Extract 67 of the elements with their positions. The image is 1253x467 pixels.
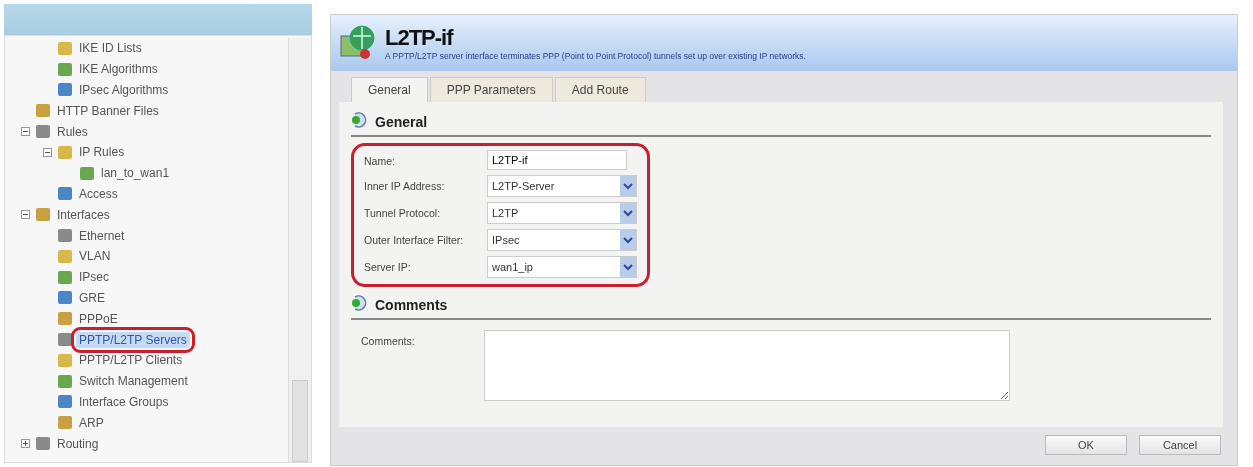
tree-item[interactable]: ARP (76, 414, 107, 431)
tree-item[interactable]: Ethernet (76, 227, 128, 244)
tree-item[interactable]: Interface Groups (76, 393, 172, 410)
tree-item[interactable]: Routing (54, 435, 102, 452)
input-field[interactable]: L2TP-if (487, 150, 627, 170)
section-title: General (375, 114, 428, 130)
item-icon (36, 437, 50, 451)
tree-item[interactable]: HTTP Banner Files (54, 102, 162, 119)
tree-item[interactable]: PPTP/L2TP Clients (76, 352, 186, 369)
expand-icon[interactable] (21, 439, 30, 449)
comments-field[interactable] (484, 330, 1010, 401)
tree-item[interactable]: lan_to_wan1 (98, 165, 173, 182)
scrollbar[interactable] (288, 38, 311, 462)
item-icon (58, 83, 72, 97)
collapse-icon[interactable] (43, 147, 52, 157)
item-icon (58, 270, 72, 284)
scrollbar-thumb[interactable] (292, 380, 308, 462)
dropdown[interactable]: IPsec (487, 229, 637, 251)
item-icon (36, 208, 50, 222)
field-label: Outer Interface Filter: (364, 233, 465, 246)
item-icon (58, 249, 72, 263)
item-icon (58, 187, 72, 201)
tab[interactable]: General (351, 77, 428, 102)
tree-item[interactable]: VLAN (76, 248, 114, 265)
dialog-description: A PPTP/L2TP server interface terminates PPP (Point to Point Protocol) tunnels set up over existing IP networks. (385, 51, 806, 61)
collapse-icon[interactable] (21, 127, 30, 137)
tree-item[interactable]: IP Rules (76, 144, 128, 161)
field-label: Name: (364, 154, 396, 167)
item-icon (58, 395, 72, 409)
tree-item[interactable]: IPsec Algorithms (76, 82, 172, 98)
item-icon (58, 416, 72, 430)
tree-item[interactable]: Rules (54, 123, 91, 140)
tree-item[interactable]: IPsec (76, 269, 112, 286)
item-icon (80, 166, 94, 180)
tree-item[interactable]: GRE (76, 289, 108, 306)
dialog-title: L2TP-if (385, 25, 455, 51)
item-icon (58, 353, 72, 367)
item-icon (58, 333, 72, 347)
tree-item[interactable]: Interfaces (54, 206, 113, 223)
collapse-icon[interactable] (21, 210, 30, 220)
dialog-button[interactable]: OK (1045, 435, 1127, 455)
tree-item[interactable]: IKE ID Lists (76, 40, 145, 57)
tree-item[interactable]: PPPoE (76, 310, 121, 327)
dropdown[interactable]: L2TP (487, 202, 637, 224)
tab[interactable]: Add Route (554, 77, 646, 102)
item-icon (58, 374, 72, 388)
item-icon (58, 145, 72, 159)
tree-item[interactable]: IKE Algorithms (76, 61, 161, 78)
section-title: Comments (375, 297, 448, 313)
tab[interactable]: PPP Parameters (429, 77, 553, 102)
item-icon (36, 104, 50, 118)
field-label: Server IP: (364, 260, 412, 273)
tree-item[interactable]: Access (76, 185, 121, 202)
item-icon (36, 125, 50, 139)
dropdown[interactable]: wan1_ip (487, 256, 637, 278)
item-icon (58, 62, 72, 76)
item-icon (58, 41, 72, 55)
field-label: Comments: (361, 334, 416, 347)
dropdown[interactable]: L2TP-Server (487, 175, 637, 197)
dialog-button[interactable]: Cancel (1139, 435, 1221, 455)
item-icon (58, 229, 72, 243)
item-icon (58, 312, 72, 326)
field-label: Tunnel Protocol: (364, 206, 442, 219)
globe-icon (339, 24, 377, 62)
item-icon (58, 291, 72, 305)
tree-item[interactable]: Switch Management (76, 373, 191, 390)
field-label: Inner IP Address: (364, 179, 446, 192)
